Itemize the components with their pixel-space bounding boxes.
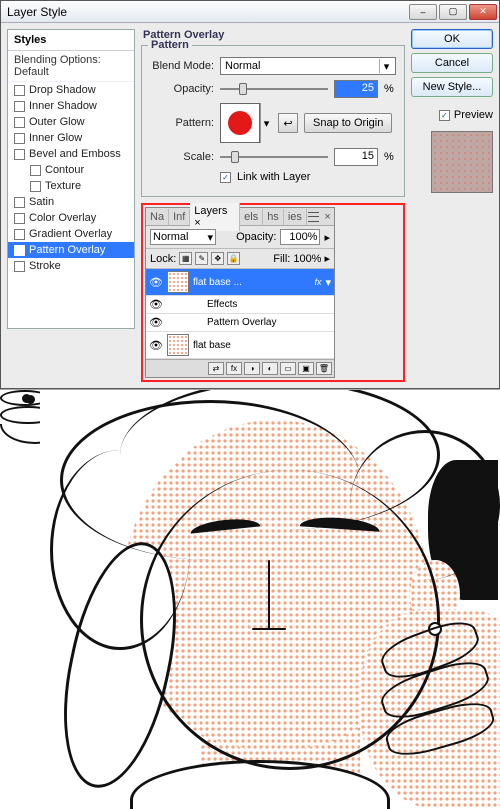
style-gradient-overlay[interactable]: Gradient Overlay (8, 226, 134, 242)
opacity-label: Opacity: (150, 83, 214, 95)
maximize-button[interactable]: ▢ (439, 4, 467, 20)
lock-brush-icon[interactable]: ✎ (195, 252, 208, 265)
layer-row[interactable]: 👁flat base ...fx ▾ (146, 269, 334, 296)
minimize-button[interactable]: – (409, 4, 437, 20)
checkbox[interactable] (14, 197, 25, 208)
titlebar[interactable]: Layer Style – ▢ ✕ (1, 1, 499, 23)
style-pattern-overlay[interactable]: ✓Pattern Overlay (8, 242, 134, 258)
lock-move-icon[interactable]: ✥ (211, 252, 224, 265)
visibility-icon[interactable]: 👁 (149, 298, 163, 311)
layer-row[interactable]: 👁Pattern Overlay (146, 314, 334, 332)
new-style-button[interactable]: New Style... (411, 77, 493, 97)
pattern-swatch[interactable] (220, 103, 260, 143)
visibility-icon[interactable]: 👁 (149, 339, 163, 352)
checkbox[interactable] (14, 261, 25, 272)
close-button[interactable]: ✕ (469, 4, 497, 20)
new-layer-icon[interactable]: ▣ (298, 362, 314, 375)
styles-list: Styles Blending Options: Default Drop Sh… (7, 29, 135, 329)
highlight-box: Na Inf Layers × els hs ies × Normal▾ Opa… (141, 203, 405, 382)
layer-thumb (167, 334, 189, 356)
new-preset-icon[interactable]: ↩ (278, 113, 298, 133)
panel-tab[interactable]: hs (263, 209, 284, 225)
panel-tab[interactable]: ies (284, 209, 307, 225)
lock-transparency-icon[interactable]: ▦ (179, 252, 192, 265)
lock-all-icon[interactable]: 🔒 (227, 252, 240, 265)
checkbox[interactable] (30, 181, 41, 192)
panel-tab[interactable]: Inf (169, 209, 190, 225)
scale-label: Scale: (150, 151, 214, 163)
cancel-button[interactable]: Cancel (411, 53, 493, 73)
checkbox[interactable] (14, 229, 25, 240)
styles-header[interactable]: Styles (8, 30, 134, 51)
panel-tab-layers[interactable]: Layers × (190, 203, 240, 231)
fx-icon[interactable]: fx (226, 362, 242, 375)
preview-swatch (431, 131, 493, 193)
snap-to-origin-button[interactable]: Snap to Origin (304, 113, 392, 133)
style-satin[interactable]: Satin (8, 194, 134, 210)
window-title: Layer Style (7, 5, 67, 19)
chevron-down-icon: ▾ (379, 59, 393, 73)
panel-close-icon[interactable]: × (324, 211, 334, 223)
pattern-label: Pattern: (150, 117, 214, 129)
opacity-slider[interactable] (220, 82, 328, 96)
pattern-picker-arrow[interactable]: ▾ (260, 103, 272, 143)
blendmode-label: Blend Mode: (150, 60, 214, 72)
preview-label: Preview (454, 109, 493, 121)
visibility-icon[interactable]: 👁 (149, 316, 163, 329)
style-contour[interactable]: Contour (8, 162, 134, 178)
layer-opacity-input[interactable]: 100% (280, 229, 320, 245)
checkbox[interactable]: ✓ (14, 245, 25, 256)
folder-icon[interactable]: ▭ (280, 362, 296, 375)
visibility-icon[interactable]: 👁 (149, 276, 163, 289)
scale-slider[interactable] (220, 150, 328, 164)
layer-row[interactable]: 👁flat base (146, 332, 334, 359)
ok-button[interactable]: OK (411, 29, 493, 49)
checkbox[interactable] (14, 117, 25, 128)
layer-thumb (167, 271, 189, 293)
style-stroke[interactable]: Stroke (8, 258, 134, 274)
style-outer-glow[interactable]: Outer Glow (8, 114, 134, 130)
style-texture[interactable]: Texture (8, 178, 134, 194)
checkbox[interactable] (30, 165, 41, 176)
layer-row[interactable]: 👁Effects (146, 296, 334, 314)
layer-style-dialog: Layer Style – ▢ ✕ Styles Blending Option… (0, 0, 500, 389)
style-inner-glow[interactable]: Inner Glow (8, 130, 134, 146)
panel-menu-icon[interactable] (307, 211, 321, 223)
link-checkbox[interactable]: ✓ (220, 172, 231, 183)
checkbox[interactable] (14, 85, 25, 96)
mask-icon[interactable]: ◑ (244, 362, 260, 375)
trash-icon[interactable]: 🗑 (316, 362, 332, 375)
fx-badge[interactable]: fx (314, 277, 321, 287)
opacity-input[interactable]: 25 (334, 80, 378, 98)
pattern-group-label: Pattern (148, 39, 192, 51)
style-color-overlay[interactable]: Color Overlay (8, 210, 134, 226)
style-inner-shadow[interactable]: Inner Shadow (8, 98, 134, 114)
layers-panel: Na Inf Layers × els hs ies × Normal▾ Opa… (145, 207, 335, 378)
layer-blendmode-select[interactable]: Normal▾ (150, 229, 216, 245)
layer-fill-input[interactable]: 100% (293, 253, 321, 265)
result-preview-image (0, 389, 500, 809)
checkbox[interactable] (14, 101, 25, 112)
checkbox[interactable] (14, 133, 25, 144)
blendmode-select[interactable]: Normal ▾ (220, 57, 396, 75)
blending-options[interactable]: Blending Options: Default (8, 51, 134, 82)
style-drop-shadow[interactable]: Drop Shadow (8, 82, 134, 98)
checkbox[interactable] (14, 213, 25, 224)
style-bevel-and-emboss[interactable]: Bevel and Emboss (8, 146, 134, 162)
preview-checkbox[interactable]: ✓ (439, 110, 450, 121)
link-label: Link with Layer (237, 171, 310, 183)
panel-tab[interactable]: Na (146, 209, 169, 225)
adjustment-icon[interactable]: ◐ (262, 362, 278, 375)
panel-tab[interactable]: els (240, 209, 263, 225)
link-layers-icon[interactable]: ⇄ (208, 362, 224, 375)
checkbox[interactable] (14, 149, 25, 160)
scale-input[interactable]: 15 (334, 148, 378, 166)
